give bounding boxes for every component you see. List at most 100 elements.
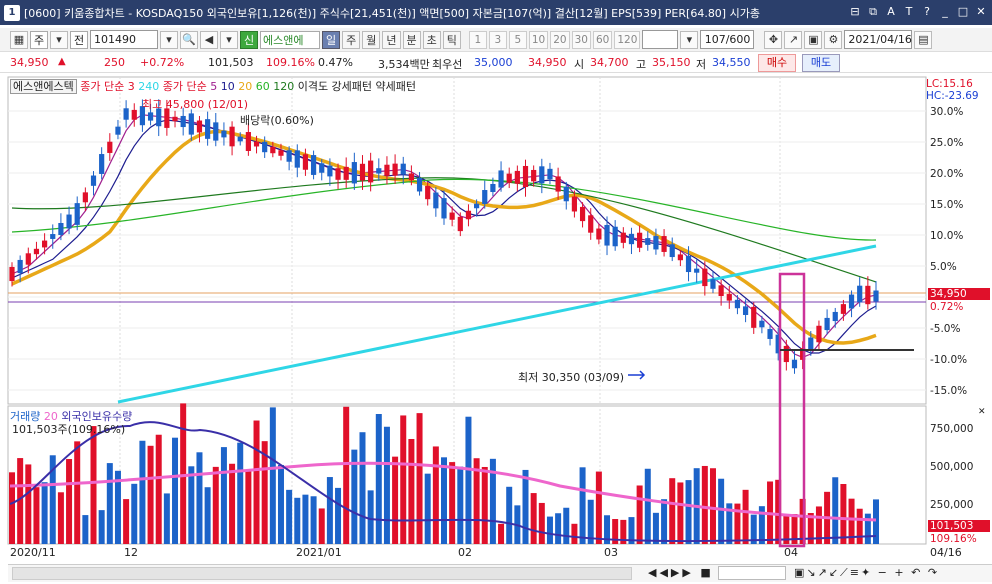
tab-minute[interactable]: 분 — [402, 30, 421, 49]
candle-body — [824, 317, 830, 331]
candle-body — [522, 165, 529, 188]
period-10[interactable]: 10 — [528, 30, 549, 49]
ma-legend-b-60: 60 — [255, 80, 270, 93]
candle-body — [742, 306, 749, 315]
up-arrow-icon: ▲ — [58, 56, 66, 67]
priority-label: 최우선 — [432, 58, 463, 71]
axis-label-15: 15.0% — [930, 199, 964, 211]
tab-year[interactable]: 년 — [382, 30, 401, 49]
volume-bar — [579, 467, 586, 544]
current-pct-tag: 0.72% — [930, 301, 964, 313]
period-60[interactable]: 60 — [593, 30, 613, 49]
minimize-icon[interactable]: _ — [938, 4, 952, 20]
volume-bar — [383, 426, 390, 544]
tab-tick[interactable]: 틱 — [442, 30, 461, 49]
candle-body — [857, 285, 863, 303]
candle-body — [848, 294, 855, 309]
candle-body — [196, 120, 203, 133]
copy-icon[interactable]: ⧉ — [866, 4, 880, 20]
price-change: 250 — [104, 56, 125, 69]
tab-week[interactable]: 주 — [342, 30, 361, 49]
stock-name-label[interactable]: 에스앤에스텍 — [10, 79, 77, 94]
volume-bar — [481, 466, 488, 544]
calendar-icon[interactable]: ▤ — [914, 30, 933, 49]
search-icon[interactable]: 🔍 — [180, 30, 198, 49]
period-5[interactable]: 5 — [508, 30, 527, 49]
period-20[interactable]: 20 — [550, 30, 570, 49]
crosshair-icon[interactable]: ✥ — [764, 30, 783, 49]
zoom-slider[interactable] — [718, 566, 786, 580]
volume-bar — [188, 466, 195, 544]
volume-bar — [123, 499, 130, 544]
tab-second[interactable]: 초 — [422, 30, 441, 49]
grid-icon[interactable]: ▦ — [10, 30, 28, 49]
candle-body — [9, 266, 15, 282]
open-label: 시 — [574, 58, 585, 71]
volume-bar — [546, 516, 553, 544]
volume-bar — [636, 485, 643, 544]
prev-button[interactable]: 전 — [70, 30, 88, 49]
window-number-badge[interactable]: 1 — [4, 4, 20, 21]
price-chart-svg[interactable] — [0, 74, 992, 584]
custom-period-input[interactable] — [642, 30, 679, 49]
period-120[interactable]: 120 — [614, 30, 641, 49]
candle-body — [490, 183, 496, 193]
axis-label-10: 10.0% — [930, 230, 964, 242]
font-icon[interactable]: A — [884, 4, 898, 20]
pattern-legend: 이격도 강세패턴 약세패턴 — [297, 80, 417, 93]
volume-bar — [457, 466, 464, 544]
candle-body — [319, 163, 325, 173]
speaker-icon[interactable]: ◀ — [200, 30, 218, 49]
candle-body — [555, 176, 561, 192]
candle-body — [465, 210, 472, 220]
candle-body — [710, 279, 716, 289]
layout-icon[interactable]: ⊟ — [848, 4, 862, 20]
period-select[interactable]: 주 — [30, 30, 48, 49]
drawing-tools[interactable]: ▣↘↗↙⟋≡✦ − + ↶ ↷ — [794, 566, 939, 580]
volume-bar — [375, 414, 382, 544]
ma-legend-a-title: 종가 단순 — [80, 80, 125, 93]
volume-bar — [57, 492, 64, 544]
close-icon[interactable]: ✕ — [974, 4, 988, 20]
volume-bar — [212, 466, 219, 544]
chevron-down-icon[interactable]: ▾ — [160, 30, 178, 49]
volume-bar — [359, 432, 366, 544]
volume-bar — [449, 462, 456, 544]
horizontal-scrollbar[interactable] — [12, 567, 632, 580]
candle-body — [661, 236, 667, 252]
tab-day[interactable]: 일 — [322, 30, 341, 49]
volume-bar — [172, 437, 179, 544]
save-icon[interactable]: ▣ — [804, 30, 823, 49]
date-input[interactable]: 2021/04/16 — [844, 30, 913, 49]
low-annotation: 최저 30,350 (03/09) — [518, 371, 625, 384]
sell-button[interactable]: 매도 — [802, 54, 840, 72]
period-1[interactable]: 1 — [468, 30, 487, 49]
chart-area[interactable]: 에스앤에스텍 종가 단순 3 240 종가 단순 5 10 20 60 120 … — [0, 74, 992, 584]
price-change-pct: +0.72% — [140, 56, 185, 69]
candle-body — [376, 168, 382, 174]
open-price: 34,700 — [590, 56, 629, 69]
gear-icon[interactable]: ⚙ — [824, 30, 843, 49]
volume-bar — [873, 499, 879, 544]
candle-body — [107, 141, 113, 153]
candle-body — [310, 155, 317, 175]
close-panel-icon[interactable]: ✕ — [978, 407, 986, 417]
indicator-icon[interactable]: ↗ — [784, 30, 803, 49]
period-30[interactable]: 30 — [571, 30, 591, 49]
chevron-down-icon[interactable]: ▾ — [680, 30, 699, 49]
stock-code-input[interactable]: 101490 — [90, 30, 158, 49]
buy-button[interactable]: 매수 — [758, 54, 796, 72]
help-icon[interactable]: ? — [920, 4, 934, 20]
volume-bar — [555, 513, 562, 544]
maximize-icon[interactable]: □ — [956, 4, 970, 20]
axis-label-5: 5.0% — [930, 261, 957, 273]
stock-name-field[interactable]: 에스앤에 — [260, 30, 320, 49]
volume-bar — [506, 486, 513, 544]
count-input[interactable]: 107/600 — [700, 30, 755, 49]
period-3[interactable]: 3 — [488, 30, 507, 49]
chevron-down-icon[interactable]: ▾ — [220, 30, 238, 49]
tab-month[interactable]: 월 — [362, 30, 381, 49]
axis-label-20: 20.0% — [930, 168, 964, 180]
text-icon[interactable]: T — [902, 4, 916, 20]
chevron-down-icon[interactable]: ▾ — [50, 30, 68, 49]
